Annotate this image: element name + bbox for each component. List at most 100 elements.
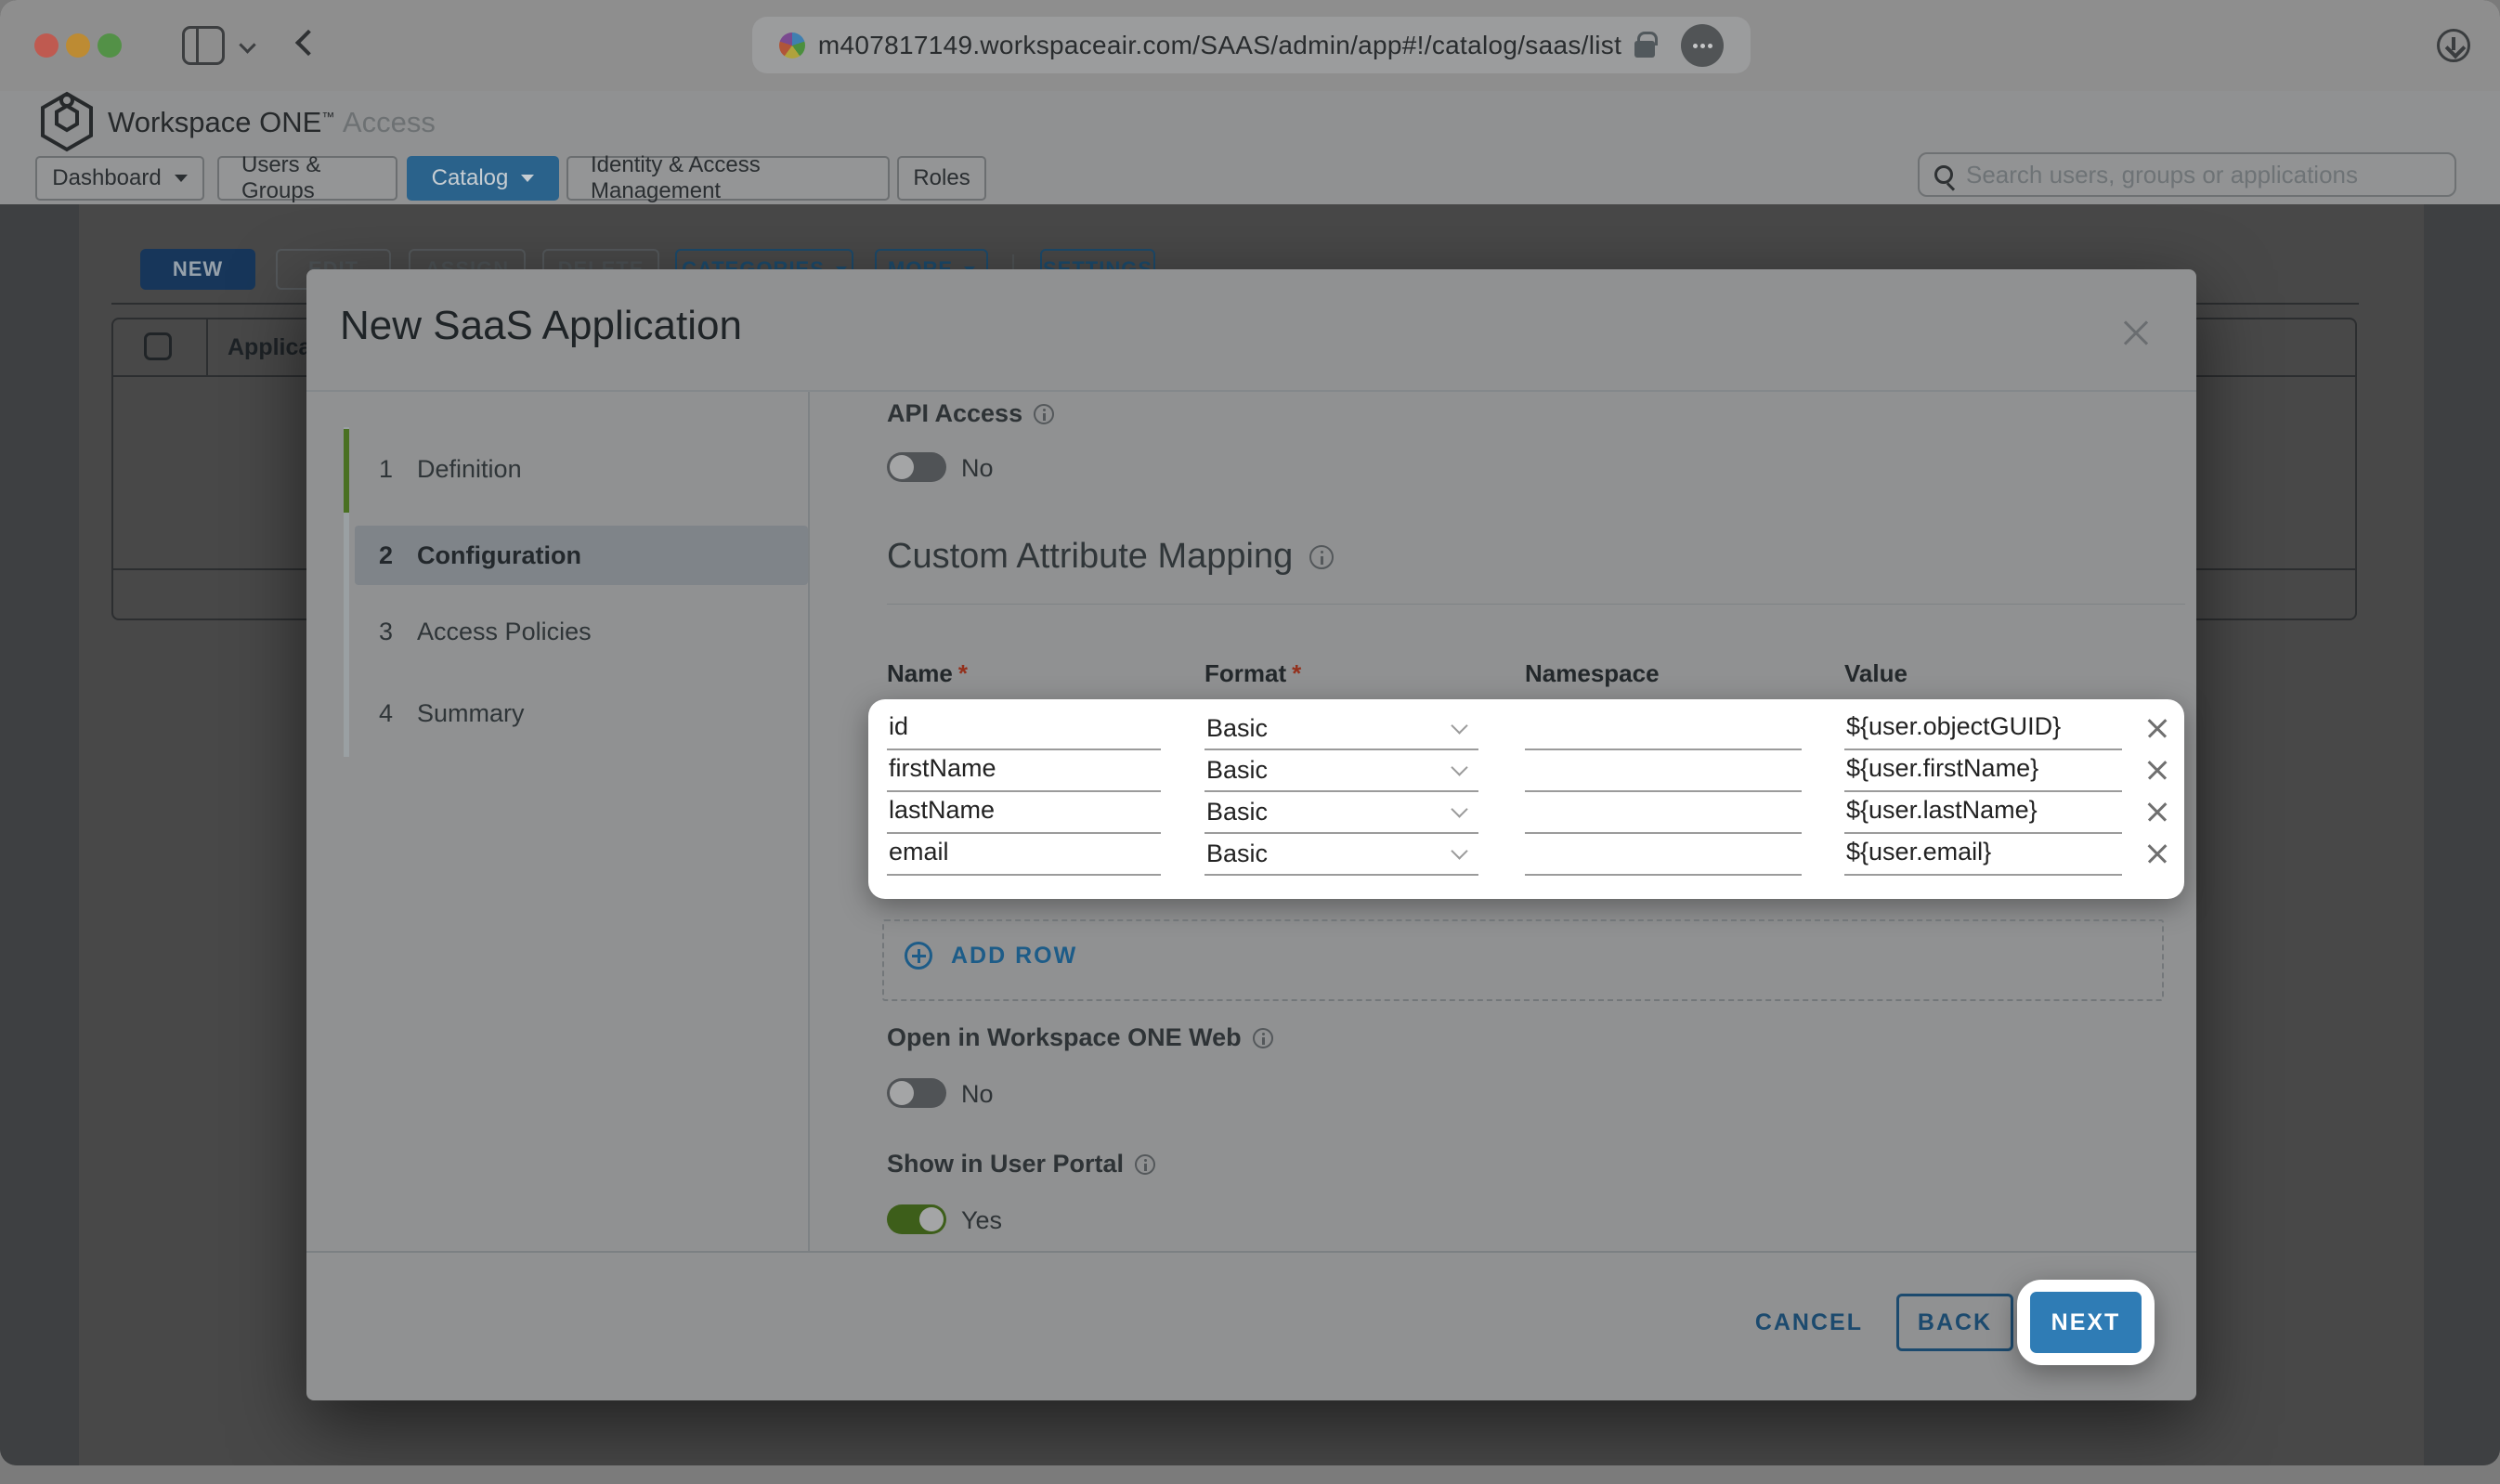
cancel-button[interactable]: CANCEL bbox=[1746, 1309, 1872, 1336]
close-window-button[interactable] bbox=[34, 33, 59, 58]
step-summary[interactable]: 4 Summary bbox=[379, 690, 788, 736]
namespace-input[interactable] bbox=[1525, 792, 1802, 834]
format-select[interactable]: Basic bbox=[1204, 792, 1478, 834]
chevron-down-icon bbox=[1451, 759, 1467, 775]
value-input[interactable] bbox=[1844, 792, 2122, 834]
brand-title: Workspace ONE™ Access bbox=[108, 106, 436, 139]
search-icon bbox=[1934, 165, 1953, 184]
format-select[interactable]: Basic bbox=[1204, 750, 1478, 792]
modal-footer-actions: CANCEL BACK NEXT bbox=[1746, 1280, 2155, 1365]
namespace-input[interactable] bbox=[1525, 750, 1802, 792]
site-favicon-icon bbox=[779, 33, 805, 59]
name-input[interactable] bbox=[887, 750, 1161, 792]
open-in-web-toggle[interactable] bbox=[887, 1078, 946, 1108]
column-header-value: Value bbox=[1844, 659, 1908, 688]
search-placeholder: Search users, groups or applications bbox=[1966, 161, 2358, 189]
namespace-input[interactable] bbox=[1525, 834, 1802, 876]
modal-header-divider bbox=[306, 390, 2196, 392]
step-definition[interactable]: 1 Definition bbox=[379, 446, 788, 492]
minimize-window-button[interactable] bbox=[66, 33, 90, 58]
toggle-knob bbox=[890, 1081, 914, 1105]
modal-title: New SaaS Application bbox=[340, 303, 742, 349]
custom-attribute-mapping-heading: Custom Attribute Mapping bbox=[887, 537, 1334, 577]
ellipsis-icon[interactable] bbox=[1681, 24, 1724, 67]
namespace-input[interactable] bbox=[1525, 709, 1802, 750]
tab-identity-access-management[interactable]: Identity & Access Management bbox=[566, 156, 890, 201]
chevron-down-icon bbox=[1451, 717, 1467, 734]
name-input[interactable] bbox=[887, 834, 1161, 876]
format-select[interactable]: Basic bbox=[1204, 709, 1478, 750]
modal-footer-divider bbox=[306, 1251, 2196, 1253]
chevron-down-icon[interactable] bbox=[239, 36, 255, 53]
show-in-portal-value: Yes bbox=[961, 1206, 1002, 1235]
column-header-namespace: Namespace bbox=[1525, 659, 1660, 688]
chevron-down-icon bbox=[1451, 801, 1467, 817]
tab-users-groups[interactable]: Users & Groups bbox=[217, 156, 397, 201]
back-icon[interactable] bbox=[295, 30, 321, 56]
toggle-knob bbox=[919, 1207, 944, 1231]
table-column-divider bbox=[206, 319, 208, 375]
open-in-web-label: Open in Workspace ONE Web bbox=[887, 1023, 1273, 1052]
browser-toolbar: m407817149.workspaceair.com/SAAS/admin/a… bbox=[0, 0, 2500, 91]
tab-dashboard[interactable]: Dashboard bbox=[35, 156, 204, 201]
delete-row-icon[interactable] bbox=[2145, 841, 2169, 866]
info-icon bbox=[1253, 1028, 1273, 1048]
required-marker: * bbox=[1292, 659, 1301, 687]
column-header-format: Format* bbox=[1204, 659, 1301, 688]
delete-row-icon[interactable] bbox=[2145, 758, 2169, 782]
app-header: Workspace ONE™ Access New Navigation She… bbox=[0, 91, 2500, 152]
steps-panel-divider bbox=[808, 392, 810, 1251]
required-marker: * bbox=[958, 659, 968, 687]
url-text: m407817149.workspaceair.com/SAAS/admin/a… bbox=[818, 31, 1621, 60]
api-access-value: No bbox=[961, 454, 994, 483]
attribute-row: Basic bbox=[868, 709, 2184, 750]
delete-row-icon[interactable] bbox=[2145, 716, 2169, 740]
plus-icon bbox=[905, 942, 932, 970]
main-nav: Dashboard Users & Groups Catalog Identit… bbox=[0, 152, 2500, 204]
attribute-row: Basic bbox=[868, 750, 2184, 792]
value-input[interactable] bbox=[1844, 750, 2122, 792]
new-button[interactable]: NEW bbox=[140, 249, 255, 290]
toggle-knob bbox=[890, 455, 914, 479]
name-input[interactable] bbox=[887, 792, 1161, 834]
downloads-icon[interactable] bbox=[2437, 29, 2470, 62]
step-access-policies[interactable]: 3 Access Policies bbox=[379, 608, 788, 655]
zoom-window-button[interactable] bbox=[98, 33, 122, 58]
info-icon bbox=[1034, 404, 1054, 424]
browser-window: m407817149.workspaceair.com/SAAS/admin/a… bbox=[0, 0, 2500, 1465]
tab-catalog[interactable]: Catalog bbox=[407, 156, 559, 201]
attribute-row: Basic bbox=[868, 792, 2184, 834]
tab-roles[interactable]: Roles bbox=[897, 156, 986, 201]
api-access-label: API Access bbox=[887, 399, 1054, 428]
format-select[interactable]: Basic bbox=[1204, 834, 1478, 876]
info-icon bbox=[1135, 1154, 1155, 1175]
show-in-portal-label: Show in User Portal bbox=[887, 1150, 1155, 1178]
caret-down-icon bbox=[175, 175, 188, 182]
name-input[interactable] bbox=[887, 709, 1161, 750]
step-configuration[interactable]: 2 Configuration bbox=[379, 532, 788, 579]
open-in-web-value: No bbox=[961, 1080, 994, 1109]
add-row-dropzone: ADD ROW bbox=[882, 919, 2164, 1001]
url-bar[interactable]: m407817149.workspaceair.com/SAAS/admin/a… bbox=[752, 17, 1751, 73]
show-in-portal-toggle[interactable] bbox=[887, 1204, 946, 1234]
global-search-input[interactable]: Search users, groups or applications bbox=[1918, 152, 2456, 197]
add-row-button[interactable]: ADD ROW bbox=[905, 942, 1077, 970]
attribute-row: Basic bbox=[868, 834, 2184, 876]
new-saas-application-modal: New SaaS Application 1 Definition 2 Conf… bbox=[306, 269, 2196, 1400]
next-button[interactable]: NEXT bbox=[2030, 1292, 2142, 1353]
delete-row-icon[interactable] bbox=[2145, 800, 2169, 824]
value-input[interactable] bbox=[1844, 834, 2122, 876]
attribute-rows-spotlight: Basic Basic bbox=[868, 699, 2184, 899]
api-access-toggle[interactable] bbox=[887, 452, 946, 482]
back-button[interactable]: BACK bbox=[1896, 1294, 2013, 1351]
column-header-name: Name* bbox=[887, 659, 968, 688]
close-icon[interactable] bbox=[2120, 318, 2152, 349]
chevron-down-icon bbox=[1451, 842, 1467, 859]
mapping-divider bbox=[887, 604, 2185, 605]
lock-icon bbox=[1634, 41, 1655, 58]
sidebar-icon[interactable] bbox=[182, 26, 225, 65]
select-all-checkbox[interactable] bbox=[144, 332, 172, 360]
next-button-spotlight: NEXT bbox=[2017, 1280, 2155, 1365]
screen: m407817149.workspaceair.com/SAAS/admin/a… bbox=[0, 0, 2500, 1484]
value-input[interactable] bbox=[1844, 709, 2122, 750]
